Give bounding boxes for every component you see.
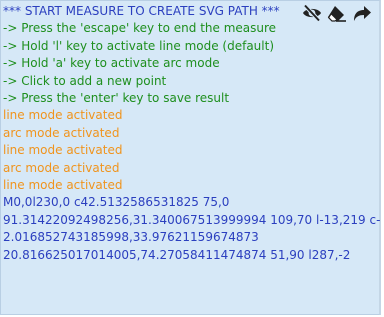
svg-path-output-line: 91.31422092498256,31.340067513999994 109… (3, 212, 381, 227)
eye-slash-icon[interactable] (301, 2, 322, 23)
instruction-arc-mode: -> Hold 'a' key to activate arc mode (3, 56, 220, 71)
log-entry: arc mode activated (3, 125, 120, 140)
svg-path-output-line: 2.016852743185998,33.97621159674873 (3, 230, 259, 245)
log-entry: arc mode activated (3, 160, 120, 175)
instruction-line-mode: -> Hold 'l' key to activate line mode (d… (3, 38, 275, 53)
svg-path-output-line: M0,0l230,0 c42.5132586531825 75,0 (3, 195, 230, 210)
instruction-save: -> Press the 'enter' key to save result (3, 91, 230, 106)
instruction-escape: -> Press the 'escape' key to end the mea… (3, 21, 277, 36)
log-entry: line mode activated (3, 108, 123, 123)
instruction-add-point: -> Click to add a new point (3, 73, 167, 88)
log-entry: line mode activated (3, 143, 123, 158)
svg-path-output-line: 20.816625017014005,74.27058411474874 51,… (3, 247, 351, 262)
eraser-icon[interactable] (326, 2, 347, 23)
measure-console-panel: *** START MEASURE TO CREATE SVG PATH ***… (0, 0, 381, 315)
redo-arrow-icon[interactable] (351, 2, 372, 23)
log-entry: line mode activated (3, 178, 123, 193)
console-toolbar (301, 2, 372, 23)
